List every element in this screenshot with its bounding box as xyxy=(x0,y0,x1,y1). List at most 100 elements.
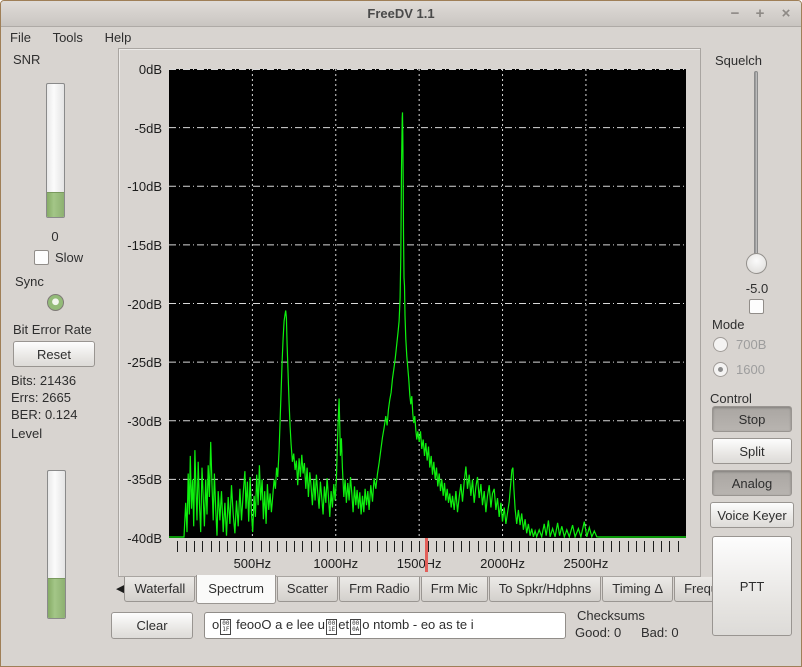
frequency-tick xyxy=(419,541,420,552)
tab-timing-delta[interactable]: Timing Δ xyxy=(602,577,673,602)
tab-frm-radio[interactable]: Frm Radio xyxy=(339,577,420,602)
frequency-tick xyxy=(227,541,228,552)
frequency-tick xyxy=(586,541,587,552)
frequency-tick xyxy=(219,541,220,552)
db-tick-label: 0dB xyxy=(118,62,162,77)
db-tick-label: -15dB xyxy=(118,238,162,253)
frequency-tick xyxy=(669,541,670,552)
frequency-tick xyxy=(361,541,362,552)
frequency-tick xyxy=(461,541,462,552)
spectrum-plot xyxy=(169,69,686,538)
maximize-icon[interactable]: + xyxy=(750,4,770,24)
frequency-tick xyxy=(252,541,253,552)
db-axis-labels: 0dB-5dB-10dB-15dB-20dB-25dB-30dB-35dB-40… xyxy=(118,61,165,551)
radio-dot-icon xyxy=(718,367,723,372)
frequency-tick xyxy=(528,541,529,552)
frequency-tick xyxy=(594,541,595,552)
frequency-tick xyxy=(336,541,337,552)
control-char-icon: 001E xyxy=(326,619,337,635)
frequency-tick xyxy=(519,541,520,552)
tab-frm-mic[interactable]: Frm Mic xyxy=(421,577,488,602)
frequency-tick xyxy=(294,541,295,552)
ber-stat: BER: 0.124 xyxy=(11,407,78,422)
minimize-icon[interactable]: − xyxy=(725,4,745,24)
snr-label: SNR xyxy=(13,52,40,67)
control-char-icon: 001F xyxy=(220,619,231,635)
frequency-tick xyxy=(244,541,245,552)
frequency-tick xyxy=(636,541,637,552)
frequency-tick xyxy=(503,541,504,552)
voice-keyer-button[interactable]: Voice Keyer xyxy=(710,502,794,528)
squelch-slider-thumb[interactable] xyxy=(746,253,767,274)
frequency-tick xyxy=(352,541,353,552)
frequency-tick xyxy=(478,541,479,552)
frequency-tick xyxy=(453,541,454,552)
mode-radio-700b xyxy=(713,337,728,352)
close-icon[interactable]: × xyxy=(776,4,796,24)
tab-scatter[interactable]: Scatter xyxy=(277,577,338,602)
frequency-tick xyxy=(344,541,345,552)
window-title: FreeDV 1.1 xyxy=(1,6,801,21)
frequency-tick xyxy=(211,541,212,552)
slow-checkbox[interactable] xyxy=(34,250,49,265)
frequency-tick xyxy=(661,541,662,552)
frequency-tick xyxy=(177,541,178,552)
frequency-tick xyxy=(619,541,620,552)
control-label: Control xyxy=(710,391,752,406)
level-gauge-fill xyxy=(48,578,65,618)
frequency-tick xyxy=(369,541,370,552)
squelch-slider-track[interactable] xyxy=(754,71,758,267)
title-bar: FreeDV 1.1 − + × xyxy=(1,1,801,27)
spectrum-plot-canvas xyxy=(169,69,686,538)
menu-tools[interactable]: Tools xyxy=(44,28,92,47)
bits-stat: Bits: 21436 xyxy=(11,373,76,388)
snr-value: 0 xyxy=(39,229,71,244)
frequency-tick xyxy=(603,541,604,552)
squelch-checkbox[interactable] xyxy=(749,299,764,314)
frequency-tick xyxy=(202,541,203,552)
level-label: Level xyxy=(11,426,42,441)
menu-help[interactable]: Help xyxy=(96,28,141,47)
frequency-tick xyxy=(436,541,437,552)
frequency-tick xyxy=(444,541,445,552)
decoded-text: o xyxy=(212,617,219,632)
slow-checkbox-label[interactable]: Slow xyxy=(55,250,83,265)
frequency-tick xyxy=(561,541,562,552)
mode-radio-1600 xyxy=(713,362,728,377)
sync-indicator-icon xyxy=(47,294,64,311)
frequency-tick xyxy=(327,541,328,552)
analog-button[interactable]: Analog xyxy=(712,470,792,496)
clear-button[interactable]: Clear xyxy=(111,612,193,639)
frequency-tick xyxy=(411,541,412,552)
frequency-tick xyxy=(678,541,679,552)
tab-scroll-left-icon[interactable]: ◀ xyxy=(116,583,124,595)
tab-waterfall[interactable]: Waterfall xyxy=(124,577,195,602)
carrier-cursor-line xyxy=(425,538,428,572)
db-tick-label: -10dB xyxy=(118,179,162,194)
squelch-label: Squelch xyxy=(715,53,762,68)
tab-to-spkr-hdphns[interactable]: To Spkr/Hdphns xyxy=(489,577,602,602)
mode-radio-1600-label: 1600 xyxy=(736,362,765,377)
frequency-tick xyxy=(653,541,654,552)
frequency-tick xyxy=(536,541,537,552)
db-tick-label: -20dB xyxy=(118,297,162,312)
menu-file[interactable]: File xyxy=(1,28,40,47)
mode-label: Mode xyxy=(712,317,745,332)
frequency-tick xyxy=(186,541,187,552)
ptt-button[interactable]: PTT xyxy=(712,536,792,636)
frequency-tick xyxy=(553,541,554,552)
stop-button[interactable]: Stop xyxy=(712,406,792,432)
mode-radio-700b-label: 700B xyxy=(736,337,766,352)
split-button[interactable]: Split xyxy=(712,438,792,464)
db-tick-label: -40dB xyxy=(118,531,162,546)
decoded-text-field[interactable]: o001F feooO a e lee u001Eet000Ao ntomb -… xyxy=(204,612,566,639)
frequency-tick xyxy=(544,541,545,552)
tab-spectrum[interactable]: Spectrum xyxy=(196,575,276,604)
menu-bar: File Tools Help xyxy=(1,28,801,49)
errs-stat: Errs: 2665 xyxy=(11,390,71,405)
frequency-tick-label: 2000Hz xyxy=(468,556,538,571)
frequency-tick xyxy=(486,541,487,552)
frequency-tick xyxy=(578,541,579,552)
reset-button[interactable]: Reset xyxy=(13,341,95,367)
sync-label: Sync xyxy=(15,274,44,289)
